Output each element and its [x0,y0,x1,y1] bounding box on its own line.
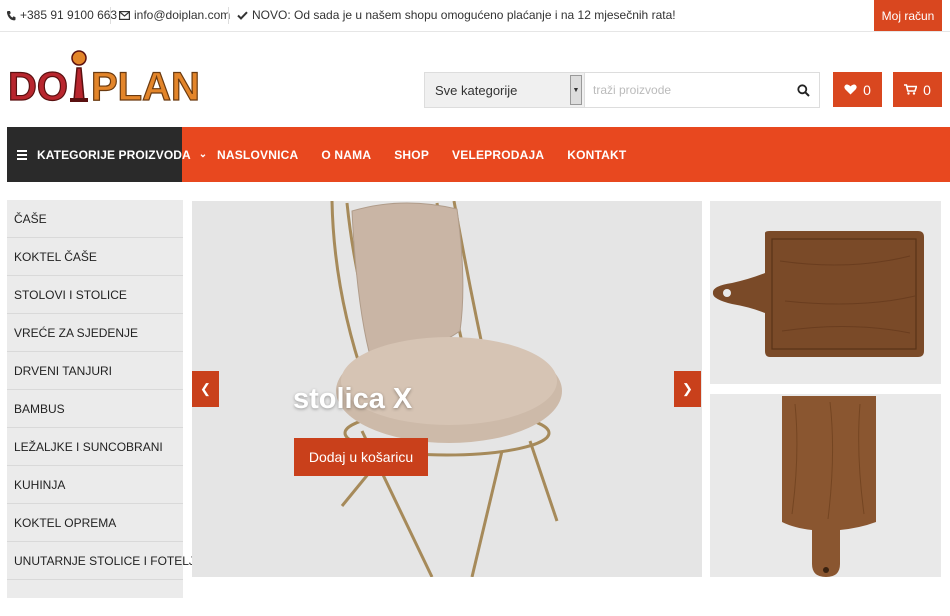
phone-icon [6,10,16,20]
phone-number: +385 91 9100 663 [20,8,118,22]
menu-icon [17,149,27,160]
phone-contact[interactable]: +385 91 9100 663 [6,8,117,22]
dropdown-arrow-icon[interactable]: ▼ [570,75,582,105]
heart-icon [844,84,857,95]
sidebar-item-vrece-za-sjedenje[interactable]: VREĆE ZA SJEDENJE [7,314,183,352]
notice-text: NOVO: Od sada je u našem shopu omogućeno… [252,8,676,22]
chevron-down-icon: ⌄ [198,149,208,160]
categories-toggle-label: KATEGORIJE PROIZVODA [37,147,191,162]
cutting-board-image [712,231,924,357]
categories-toggle[interactable]: KATEGORIJE PROIZVODA ⌄ [7,127,207,182]
promo-banner-serving-board[interactable] [710,394,941,577]
wishlist-count: 0 [863,81,871,98]
chevron-right-icon: ❯ [682,381,693,396]
sidebar-item-bambus[interactable]: BAMBUS [7,390,183,428]
cart-icon [904,84,918,95]
nav-link-o-nama[interactable]: O NAMA [321,148,371,162]
divider [228,7,229,24]
sidebar-item-drveni-tanjuri[interactable]: DRVENI TANJURI [7,352,183,390]
envelope-icon [119,10,130,20]
slider-next-button[interactable]: ❯ [674,371,701,407]
chevron-left-icon: ❮ [200,381,211,396]
cart-count: 0 [923,81,931,98]
add-to-cart-button[interactable]: Dodaj u košaricu [294,438,428,476]
nav-link-naslovnica[interactable]: NASLOVNICA [217,148,298,162]
sidebar-item-case[interactable]: ČAŠE [7,200,183,238]
top-bar: +385 91 9100 663 info@doiplan.com NOVO: … [0,0,950,32]
wishlist-button[interactable]: 0 [833,72,882,107]
site-logo[interactable]: DO PLAN [7,48,200,110]
nav-link-kontakt[interactable]: KONTAKT [567,148,626,162]
my-account-button[interactable]: Moj račun [874,0,942,31]
slider-prev-button[interactable]: ❮ [192,371,219,407]
notice: NOVO: Od sada je u našem shopu omogućeno… [237,8,676,22]
search-input[interactable] [585,73,787,107]
sidebar-item-unutarnje-stolice[interactable]: UNUTARNJE STOLICE I FOTELJE [7,542,203,580]
email-address: info@doiplan.com [134,8,231,22]
email-contact[interactable]: info@doiplan.com [119,8,230,22]
search-button[interactable] [787,73,819,107]
sidebar-item-stolovi-i-stolice[interactable]: STOLOVI I STOLICE [7,276,183,314]
sidebar-item-koktel-oprema[interactable]: KOKTEL OPREMA [7,504,183,542]
sidebar-item-koktel-case[interactable]: KOKTEL ČAŠE [7,238,183,276]
nav-link-veleprodaja[interactable]: VELEPRODAJA [452,148,544,162]
svg-text:PLAN: PLAN [91,65,198,108]
svg-text:DO: DO [8,65,68,108]
sidebar-item-kuhinja[interactable]: KUHINJA [7,466,183,504]
search-bar: Sve kategorije ▼ [424,72,820,108]
sidebar-item-lezaljke[interactable]: LEŽALJKE I SUNCOBRANI [7,428,183,466]
promo-banner-cutting-board[interactable] [710,201,941,384]
category-sidebar: ČAŠE KOKTEL ČAŠE STOLOVI I STOLICE VREĆE… [7,200,203,598]
category-selected-value: Sve kategorije [435,82,518,98]
chair-image [330,201,562,577]
cart-button[interactable]: 0 [893,72,942,107]
hero-slider: stolica X Dodaj u košaricu ❮ ❯ [192,201,702,577]
category-select[interactable]: Sve kategorije ▼ [425,73,585,107]
divider [110,7,111,24]
search-icon [796,83,810,97]
nav-link-shop[interactable]: SHOP [394,148,429,162]
main-nav: KATEGORIJE PROIZVODA ⌄ NASLOVNICA O NAMA… [7,127,950,182]
serving-board-image [782,396,876,577]
nav-links: NASLOVNICA O NAMA SHOP VELEPRODAJA KONTA… [217,127,626,182]
check-icon [237,11,248,20]
slide-title: stolica X [293,383,413,415]
